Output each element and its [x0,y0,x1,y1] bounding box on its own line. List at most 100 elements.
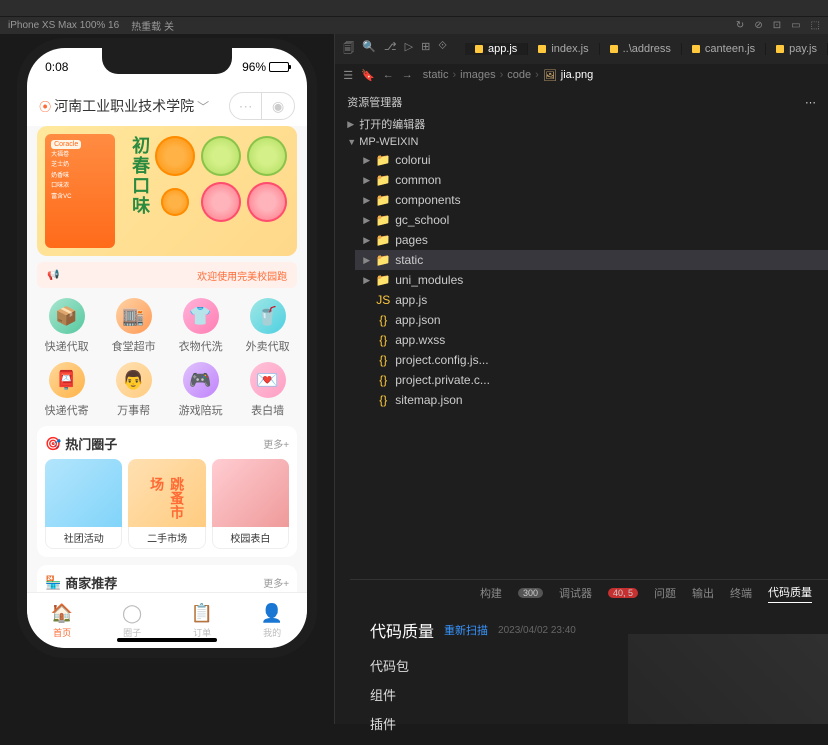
breadcrumb-segment[interactable]: code [507,69,531,81]
panel-tab-终端[interactable]: 终端 [730,585,752,601]
capsule-close-button[interactable]: ◉ [262,93,294,119]
menu-icon[interactable]: ☰ [343,69,353,82]
grid-icon: 🎮 [183,362,219,398]
tree-item[interactable]: ▶📁uni_modules [355,270,828,290]
breadcrumb-segment[interactable]: static [423,69,449,81]
breadcrumb-path[interactable]: static›images›code›🖼 jia.png [423,69,593,82]
editor-tab[interactable]: pay.js [766,43,828,55]
js-file-icon [475,45,483,53]
tree-label: common [395,173,441,187]
chevron-down-icon: ﹀ [197,98,209,115]
tree-label: app.wxss [395,333,445,347]
target-icon: 🎯 [45,436,61,452]
panel-tab-问题[interactable]: 问题 [654,585,676,601]
device-bar: iPhone XS Max 100% 16 热重载 关 ↻ ⊘ ⊡ ▭ ⬚ [0,16,828,34]
js-file-icon [538,45,546,53]
panel-title: 代码质量 [370,618,434,642]
screenshot-icon[interactable]: ⊡ [773,20,781,31]
code-package-section[interactable]: 代码包 [370,656,808,675]
project-root[interactable]: ▼MP-WEIXIN [335,134,828,150]
bookmark-icon[interactable]: 🔖 [361,69,375,82]
panel-tab-构建[interactable]: 构建 [480,585,502,601]
grid-item-快递代取[interactable]: 📦快递代取 [37,298,96,354]
circle-card[interactable]: 社团活动 [45,459,122,549]
tab-label: index.js [551,43,588,55]
device-model[interactable]: iPhone XS Max 100% 16 [8,20,119,31]
grid-item-游戏陪玩[interactable]: 🎮游戏陪玩 [171,362,230,418]
section-title: 热门圈子 [65,434,117,453]
brush-icon[interactable]: ⟐ [438,40,447,59]
rescan-button[interactable]: 重新扫描 [444,622,488,638]
tree-item[interactable]: ▶📁colorui [355,150,828,170]
location-picker[interactable]: ⦿ 河南工业职业技术学院 ﹀ [39,96,209,116]
tab-首页[interactable]: 🏠首页 [27,593,97,648]
grid-item-衣物代洗[interactable]: 👕衣物代洗 [171,298,230,354]
grid-item-外卖代取[interactable]: 🥤外卖代取 [238,298,297,354]
app-body[interactable]: Coracle 大福卷 芝士奶 奶香味 口味浓 富含VC 初春口味 [27,126,307,598]
editor-tab[interactable]: index.js [528,43,599,55]
grid-item-表白墙[interactable]: 💌表白墙 [238,362,297,418]
breadcrumb-segment[interactable]: jia.png [561,69,593,81]
search-icon[interactable]: 🔍 [362,40,376,59]
app-header: ⦿ 河南工业职业技术学院 ﹀ ⋯ ◉ [27,86,307,126]
tree-item[interactable]: {}project.config.js... [355,350,828,370]
js-file-icon [692,45,700,53]
breadcrumb-segment[interactable]: images [460,69,495,81]
panel-tab-输出[interactable]: 输出 [692,585,714,601]
circle-card[interactable]: 跳蚤市场二手市场 [128,459,205,549]
js-file-icon [776,45,784,53]
files-icon[interactable]: 🗐 [343,40,354,59]
tree-item[interactable]: ▶📁components [355,190,828,210]
editor-tab[interactable]: canteen.js [682,43,766,55]
tree-item[interactable]: ▶📁gc_school [355,210,828,230]
tree-label: gc_school [395,213,449,227]
open-editors-section[interactable]: ▶打开的编辑器 [335,114,828,134]
device-icon[interactable]: ▭ [791,20,800,31]
grid-item-万事帮[interactable]: 👨万事帮 [104,362,163,418]
section-title: 商家推荐 [65,573,117,592]
tree-item[interactable]: {}sitemap.json [355,390,828,410]
grid-icon: 👕 [183,298,219,334]
tree-item[interactable]: JSapp.js [355,290,828,310]
fruit-lime-icon [247,136,287,176]
back-icon[interactable]: ← [383,69,394,82]
tree-label: components [395,193,460,207]
tree-item[interactable]: {}app.json [355,310,828,330]
grid-item-食堂超市[interactable]: 🏬食堂超市 [104,298,163,354]
ext-icon[interactable]: ⊞ [421,40,430,59]
editor-tab[interactable]: ..\address [600,43,682,55]
tab-我的[interactable]: 👤我的 [237,593,307,648]
more-link[interactable]: 更多+ [263,436,289,451]
tree-item[interactable]: {}project.private.c... [355,370,828,390]
banner-title: 初春口味 [127,136,153,216]
circle-image [212,459,289,527]
capsule-more-button[interactable]: ⋯ [230,93,262,119]
bottom-panel: 构建300调试器40, 5问题输出终端代码质量 代码质量 重新扫描 2023/0… [350,579,828,724]
detach-icon[interactable]: ⬚ [811,20,820,31]
forward-icon[interactable]: → [402,69,413,82]
panel-tab-代码质量[interactable]: 代码质量 [768,584,812,603]
banner-fruits [155,136,287,222]
circle-image: 跳蚤市场 [128,459,205,527]
notice-bar[interactable]: 📢 欢迎使用完美校园跑 [37,262,297,288]
components-section[interactable]: 组件 [370,685,808,704]
breadcrumb-row: ☰ 🔖 ← → static›images›code›🖼 jia.png [335,64,828,86]
tree-item[interactable]: ▶📁common [355,170,828,190]
grid-item-快递代寄[interactable]: 📮快递代寄 [37,362,96,418]
refresh-icon[interactable]: ↻ [736,20,744,31]
debug-icon[interactable]: ▷ [405,40,413,59]
more-link[interactable]: 更多+ [263,575,289,590]
tree-item[interactable]: ▶📁pages [355,230,828,250]
explorer-more-icon[interactable]: ⋯ [805,96,816,109]
banner[interactable]: Coracle 大福卷 芝士奶 奶香味 口味浓 富含VC 初春口味 [37,126,297,256]
tree-item[interactable]: {}app.wxss [355,330,828,350]
circle-card[interactable]: 校园表白 [212,459,289,549]
tab-label: 圈子 [123,626,141,639]
stop-icon[interactable]: ⊘ [754,20,762,31]
editor-tab[interactable]: app.js [465,43,528,55]
tree-item[interactable]: ▶📁static [355,250,828,270]
branch-icon[interactable]: ⎇ [384,40,397,59]
hot-reload-toggle[interactable]: 热重载 关 [131,18,174,33]
fruit-orange-icon [161,188,189,216]
panel-tab-调试器[interactable]: 调试器 [559,585,592,601]
